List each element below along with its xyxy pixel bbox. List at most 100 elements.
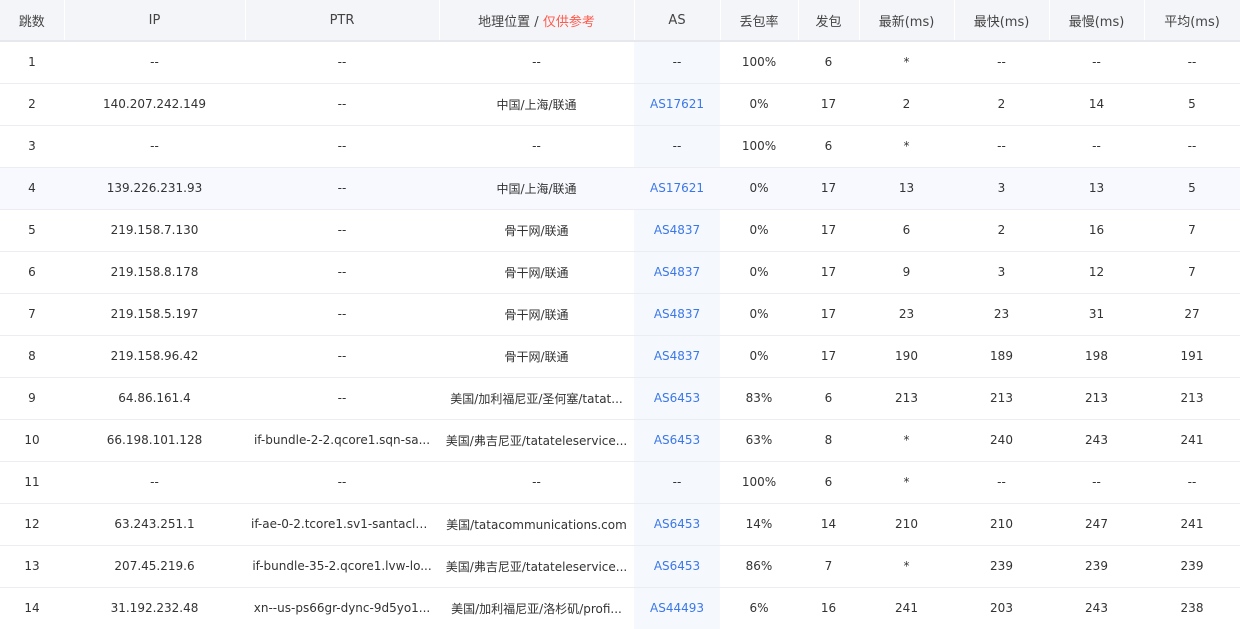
cell-worst: 213 <box>1049 376 1144 419</box>
as-link[interactable]: AS4837 <box>634 208 720 251</box>
cell-ip: 219.158.5.197 <box>64 292 245 335</box>
col-last[interactable]: 最新(ms) <box>859 0 955 41</box>
as-link[interactable]: AS17621 <box>634 82 720 125</box>
as-link[interactable]: AS44493 <box>634 586 720 629</box>
cell-hop: 4 <box>0 166 64 209</box>
cell-best: 240 <box>954 418 1049 461</box>
cell-worst: 14 <box>1049 82 1144 125</box>
cell-avg: -- <box>1144 460 1240 503</box>
cell-loss: 100% <box>720 124 798 167</box>
cell-hop: 2 <box>0 82 64 125</box>
cell-hop: 12 <box>0 502 64 545</box>
cell-sent: 17 <box>798 250 859 293</box>
table-row: 11 -- -- -- -- 100% 6 * -- -- -- <box>0 460 1240 503</box>
traceroute-table: 跳数 IP PTR 地理位置 / 仅供参考 AS 丢包率 发包 最新(ms) 最… <box>0 0 1240 629</box>
cell-ip: 64.86.161.4 <box>64 376 245 419</box>
cell-hop: 7 <box>0 292 64 335</box>
cell-best: 2 <box>954 82 1049 125</box>
cell-worst: 12 <box>1049 250 1144 293</box>
cell-hop: 14 <box>0 586 64 629</box>
table-row: 14 31.192.232.48 xn--us-ps66gr-dync-9d5yo1… <box>0 586 1240 629</box>
cell-ip: 140.207.242.149 <box>64 82 245 125</box>
cell-sent: 6 <box>798 40 859 83</box>
cell-best: 203 <box>954 586 1049 629</box>
cell-avg: 5 <box>1144 166 1240 209</box>
cell-ptr: if-bundle-2-2.qcore1.sqn-sa... <box>245 418 439 461</box>
cell-hop: 6 <box>0 250 64 293</box>
cell-hop: 11 <box>0 460 64 503</box>
col-worst[interactable]: 最慢(ms) <box>1049 0 1145 41</box>
cell-ptr: -- <box>245 166 439 209</box>
col-geo-label: 地理位置 <box>478 14 531 30</box>
cell-ip: 219.158.7.130 <box>64 208 245 251</box>
col-ptr[interactable]: PTR <box>245 0 440 41</box>
cell-geo: -- <box>439 124 634 167</box>
cell-hop: 13 <box>0 544 64 587</box>
cell-worst: 16 <box>1049 208 1144 251</box>
cell-loss: 14% <box>720 502 798 545</box>
table-row: 10 66.198.101.128 if-bundle-2-2.qcore1.sqn… <box>0 418 1240 461</box>
cell-ptr: xn--us-ps66gr-dync-9d5yo1... <box>245 586 439 629</box>
as-link[interactable]: AS6453 <box>634 376 720 419</box>
cell-loss: 100% <box>720 460 798 503</box>
cell-best: 189 <box>954 334 1049 377</box>
table-body: 1 -- -- -- -- 100% 6 * -- -- -- 2 140.207.242.149 -- 中… <box>0 40 1240 629</box>
cell-ptr: -- <box>245 124 439 167</box>
cell-avg: 27 <box>1144 292 1240 335</box>
as-link[interactable]: AS4837 <box>634 250 720 293</box>
cell-avg: 241 <box>1144 502 1240 545</box>
cell-avg: 191 <box>1144 334 1240 377</box>
cell-ptr: -- <box>245 250 439 293</box>
table-row: 2 140.207.242.149 -- 中国/上海/联通 AS17621 0% 17 2 2 1… <box>0 82 1240 125</box>
table-row: 13 207.45.219.6 if-bundle-35-2.qcore1.lvw-… <box>0 544 1240 587</box>
as-link[interactable]: AS4837 <box>634 292 720 335</box>
cell-last: 241 <box>859 586 954 629</box>
cell-loss: 0% <box>720 166 798 209</box>
col-ip[interactable]: IP <box>64 0 246 41</box>
cell-last: 6 <box>859 208 954 251</box>
cell-sent: 16 <box>798 586 859 629</box>
cell-worst: -- <box>1049 40 1144 83</box>
cell-last: 190 <box>859 334 954 377</box>
table-row: 1 -- -- -- -- 100% 6 * -- -- -- <box>0 40 1240 83</box>
cell-last: * <box>859 124 954 167</box>
cell-hop: 10 <box>0 418 64 461</box>
as-link[interactable]: AS6453 <box>634 544 720 587</box>
cell-sent: 8 <box>798 418 859 461</box>
cell-ptr: -- <box>245 40 439 83</box>
cell-loss: 0% <box>720 208 798 251</box>
cell-worst: 239 <box>1049 544 1144 587</box>
cell-ip: -- <box>64 124 245 167</box>
as-link[interactable]: AS4837 <box>634 334 720 377</box>
cell-last: * <box>859 544 954 587</box>
col-avg[interactable]: 平均(ms) <box>1144 0 1240 41</box>
cell-sent: 17 <box>798 82 859 125</box>
cell-worst: 247 <box>1049 502 1144 545</box>
col-as[interactable]: AS <box>634 0 721 41</box>
cell-sent: 7 <box>798 544 859 587</box>
cell-loss: 83% <box>720 376 798 419</box>
col-hop[interactable]: 跳数 <box>0 0 65 41</box>
col-best[interactable]: 最快(ms) <box>954 0 1050 41</box>
cell-hop: 8 <box>0 334 64 377</box>
cell-last: * <box>859 418 954 461</box>
cell-last: 23 <box>859 292 954 335</box>
as-link[interactable]: AS6453 <box>634 418 720 461</box>
cell-sent: 6 <box>798 460 859 503</box>
cell-ip: 63.243.251.1 <box>64 502 245 545</box>
cell-geo: 美国/加利福尼亚/圣何塞/tatat... <box>439 376 634 419</box>
cell-geo: 美国/弗吉尼亚/tatateleservice... <box>439 544 634 587</box>
col-loss[interactable]: 丢包率 <box>720 0 799 41</box>
cell-worst: 243 <box>1049 418 1144 461</box>
as-link[interactable]: AS6453 <box>634 502 720 545</box>
cell-ip: -- <box>64 460 245 503</box>
as-link[interactable]: AS17621 <box>634 166 720 209</box>
cell-ptr: -- <box>245 208 439 251</box>
cell-worst: 243 <box>1049 586 1144 629</box>
cell-last: 9 <box>859 250 954 293</box>
col-geo[interactable]: 地理位置 / 仅供参考 <box>439 0 635 41</box>
col-sent[interactable]: 发包 <box>798 0 860 41</box>
cell-avg: 5 <box>1144 82 1240 125</box>
cell-last: * <box>859 40 954 83</box>
cell-worst: 31 <box>1049 292 1144 335</box>
